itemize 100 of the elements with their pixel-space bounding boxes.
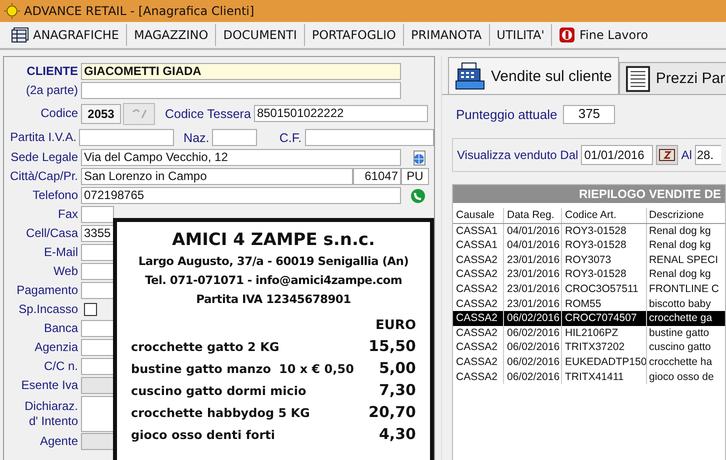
table-row[interactable]: CASSA2 06/02/2016 TRITX41411 gioco osso de <box>453 370 725 384</box>
table-title: RIEPILOGO VENDITE DE <box>453 185 725 203</box>
globe-icon[interactable] <box>411 150 427 166</box>
tab[interactable]: Prezzi Par <box>618 62 726 94</box>
table-cell: 06/02/2016 <box>504 326 562 340</box>
city-field[interactable]: San Lorenzo in Campo <box>81 168 353 185</box>
table-cell: 06/02/2016 <box>504 370 562 384</box>
menu-item[interactable]: PORTAFOGLIO <box>304 24 404 46</box>
checkbox[interactable] <box>84 303 97 316</box>
item-price: 20,70 <box>368 402 416 423</box>
country-field[interactable] <box>212 129 258 146</box>
date-to-field[interactable]: 28. <box>694 145 721 165</box>
score-field: 375 <box>563 105 616 124</box>
tab[interactable]: Vendite sul cliente <box>448 57 619 94</box>
shop-details: Largo Augusto, 37/a - 60019 Senigallia (An) <box>137 253 410 270</box>
text-field[interactable] <box>81 358 114 375</box>
table-cell-text: Renal dog kg <box>648 238 712 253</box>
text-field[interactable] <box>81 339 114 356</box>
menu-item[interactable]: MAGAZZINO <box>126 24 216 46</box>
postcode-field[interactable]: 61047 <box>353 168 401 185</box>
menu-item[interactable]: Fine Lavoro <box>552 24 656 46</box>
text-field[interactable]: 3355 <box>81 225 114 242</box>
power-icon <box>559 27 576 43</box>
address-field[interactable]: Via del Campo Vecchio, 12 <box>81 149 401 166</box>
field-label: Codice <box>40 106 79 121</box>
pen-icon <box>131 108 147 120</box>
field-label: Esente Iva <box>20 378 79 393</box>
table-cell-text: Renal dog kg <box>648 267 712 282</box>
table-cell: CASSA2 <box>453 252 504 268</box>
shop-details: Partita IVA 12345678901 <box>195 291 352 308</box>
field-label: Naz. <box>182 130 210 144</box>
table-cell-text: crocchette ga <box>648 311 714 326</box>
menu-item[interactable]: UTILITA' <box>490 24 552 46</box>
table-cell: CASSA2 <box>453 267 504 282</box>
table-row[interactable]: CASSA2 23/01/2016 ROY3073 RENAL SPECI <box>453 252 725 268</box>
text-field[interactable] <box>81 244 114 261</box>
text-field[interactable] <box>81 263 114 280</box>
date-from-field[interactable]: 01/01/2016 <box>581 145 654 165</box>
field-label: Dichiaraz. d' Intento <box>24 398 79 428</box>
text-field[interactable]: GIACOMETTI GIADA <box>81 63 401 80</box>
table-row[interactable]: CASSA2 06/02/2016 TRITX37202 cuscino gatto <box>453 340 725 355</box>
table-row[interactable]: CASSA2 06/02/2016 EUKEDADTP150 crocchette ha <box>453 354 725 370</box>
field-label: Pagamento <box>16 283 79 298</box>
table-cell-text: gioco osso de <box>648 370 715 384</box>
table-cell: TRITX41411 <box>562 370 647 384</box>
text-field[interactable] <box>81 82 401 99</box>
text-field[interactable] <box>81 282 114 299</box>
field-label: C/C n. <box>42 359 79 374</box>
menu-item[interactable]: PRIMANOTA <box>404 24 490 46</box>
table-cell: CASSA2 <box>453 311 504 326</box>
table-row[interactable]: CASSA2 23/01/2016 ROY3-01528 Renal dog kg <box>453 267 725 282</box>
vat-field[interactable] <box>79 129 174 146</box>
field-label: CLIENTE <box>26 64 79 79</box>
table-cell: 23/01/2016 <box>504 252 562 268</box>
table-row[interactable]: CASSA2 06/02/2016 CROC7074507 crocchette ga <box>453 311 725 326</box>
column-header[interactable]: Data Reg. <box>504 208 562 223</box>
table-cell-text: Renal dog kg <box>648 224 712 238</box>
field-label: Agenzia <box>34 340 79 355</box>
code-field[interactable]: 2053 <box>81 104 121 124</box>
column-header[interactable]: Causale <box>453 208 504 223</box>
calendar-icon <box>659 149 676 161</box>
table-cell: CASSA2 <box>453 340 504 355</box>
table-cell-text: cuscino gatto <box>648 340 712 355</box>
item-price: 7,30 <box>378 380 416 401</box>
table-cell-text: RENAL SPECI <box>648 252 720 268</box>
phone-icon[interactable] <box>411 188 425 202</box>
calendar-button[interactable] <box>656 145 678 165</box>
table-cell: 04/01/2016 <box>504 224 562 238</box>
item-name: cuscino gatto dormi micio <box>131 383 308 400</box>
table-row[interactable]: CASSA1 04/01/2016 ROY3-01528 Renal dog kg <box>453 224 725 238</box>
menu-item[interactable]: DOCUMENTI <box>216 24 305 46</box>
table-cell: CROC3O57511 <box>562 282 647 297</box>
column-header[interactable]: Codice Art. <box>562 208 647 223</box>
item-name: crocchette habbydog 5 KG <box>131 405 311 422</box>
table-cell: CASSA1 <box>453 238 504 253</box>
date-from-label: Visualizza venduto Dal <box>457 148 578 162</box>
shop-details: Tel. 071-071071 - info@amici4zampe.com <box>144 272 404 289</box>
field-label: C.F. <box>278 130 303 144</box>
text-field[interactable] <box>81 396 114 432</box>
field-label: Partita I.V.A. <box>9 130 78 145</box>
score-label: Punteggio attuale <box>456 107 558 122</box>
item-price: 5,00 <box>378 358 416 379</box>
table-cell: CASSA2 <box>453 370 504 384</box>
tax-code-field[interactable] <box>304 129 434 146</box>
phone-field[interactable]: 072198765 <box>81 187 401 204</box>
table-cell: 06/02/2016 <box>504 311 562 326</box>
card-code-field[interactable]: 8501501022222 <box>254 105 428 122</box>
text-field[interactable] <box>81 206 114 223</box>
field-label: Cell/Casa <box>24 226 79 241</box>
table-row[interactable]: CASSA1 04/01/2016 ROY3-01528 Renal dog kg <box>453 238 725 253</box>
field-label: Fax <box>56 207 79 222</box>
menu-item[interactable]: ANAGRAFICHE <box>4 24 127 46</box>
table-cell: ROY3073 <box>562 252 647 268</box>
table-row[interactable]: CASSA2 06/02/2016 HIL2106PZ bustine gatto <box>453 326 725 340</box>
province-field[interactable]: PU <box>401 168 429 185</box>
table-row[interactable]: CASSA2 23/01/2016 CROC3O57511 FRONTLINE C <box>453 282 725 297</box>
text-field[interactable] <box>81 320 114 337</box>
table-cell: 06/02/2016 <box>504 340 562 355</box>
column-header[interactable]: Descrizione <box>647 208 725 223</box>
field-label: Banca <box>42 321 79 336</box>
